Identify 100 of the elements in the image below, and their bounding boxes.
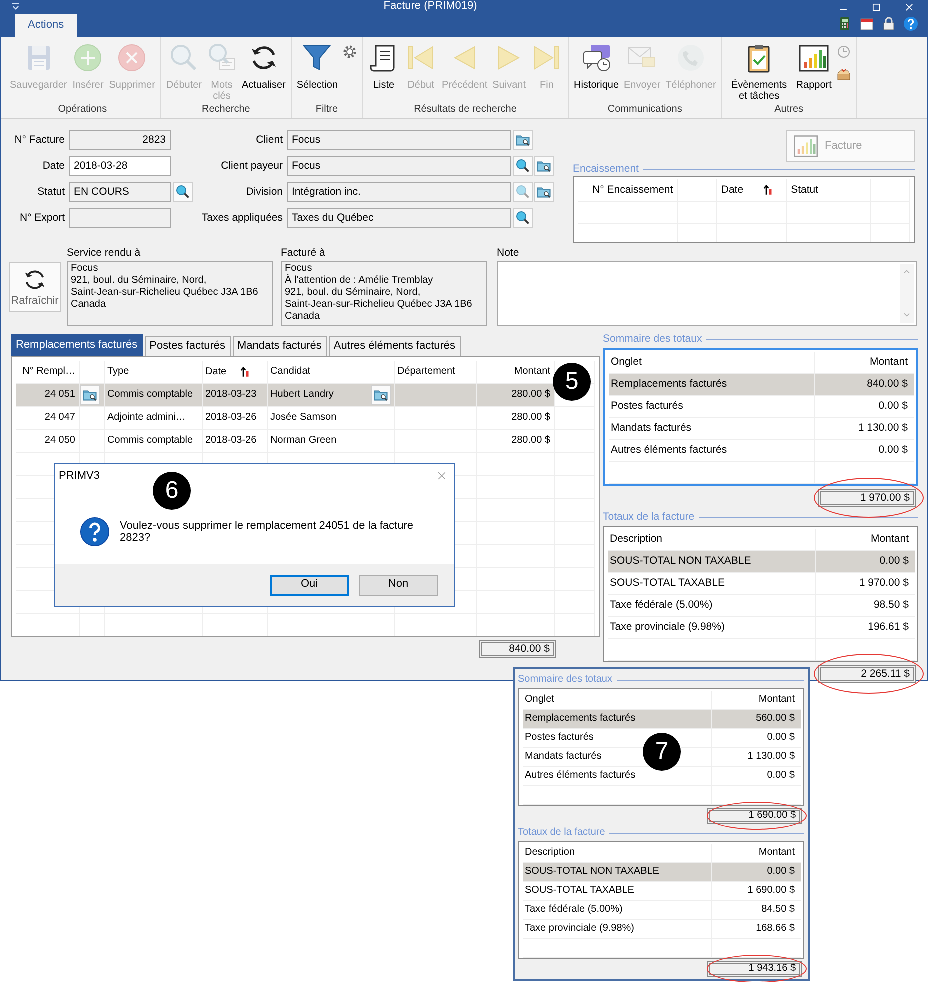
table-row[interactable]: SOUS-TOTAL NON TAXABLE 0.00 $ bbox=[608, 550, 915, 573]
table-row[interactable]: Taxe fédérale (5.00%) 98.50 $ bbox=[608, 594, 915, 617]
column-header[interactable]: Montant bbox=[711, 844, 801, 862]
tab[interactable]: Mandats facturés bbox=[232, 336, 327, 356]
lookup-button[interactable] bbox=[173, 182, 193, 202]
text-field[interactable]: Focus bbox=[287, 130, 511, 150]
close-icon[interactable] bbox=[904, 2, 915, 12]
column-header[interactable]: Description bbox=[523, 844, 711, 862]
column-header[interactable]: Date bbox=[206, 366, 227, 378]
table-cell: 98.50 $ bbox=[815, 594, 915, 616]
ribbon-button[interactable]: Sélection bbox=[296, 42, 340, 92]
group-label: Autres bbox=[774, 104, 805, 118]
column-header[interactable]: N° Encaissement bbox=[592, 184, 674, 196]
table-row[interactable]: Remplacements facturés 840.00 $ bbox=[609, 374, 914, 396]
lookup-button[interactable] bbox=[534, 182, 554, 202]
ribbon-button[interactable]: Historique bbox=[572, 42, 620, 92]
table-row[interactable]: SOUS-TOTAL TAXABLE 1 970.00 $ bbox=[608, 572, 915, 595]
help-icon[interactable] bbox=[903, 16, 919, 32]
column-header[interactable]: Onglet bbox=[523, 691, 711, 709]
column-header[interactable]: Date bbox=[721, 184, 744, 196]
column-header[interactable]: Montant bbox=[514, 366, 550, 378]
calendar-icon[interactable] bbox=[859, 16, 875, 32]
lookup-button[interactable] bbox=[534, 156, 554, 176]
tab[interactable]: Autres éléments facturés bbox=[328, 336, 461, 356]
column-header[interactable]: Statut bbox=[791, 184, 819, 196]
column-header[interactable]: Type bbox=[108, 366, 130, 378]
text-field[interactable] bbox=[69, 208, 171, 228]
table-cell: SOUS-TOTAL NON TAXABLE bbox=[525, 866, 660, 878]
ribbon-button[interactable]: Évènements et tâches bbox=[726, 42, 792, 102]
table-row[interactable]: Mandats facturés 1 130.00 $ bbox=[609, 418, 914, 440]
field-label: Taxes appliquées bbox=[200, 212, 283, 224]
table-cell: Adjointe admini… bbox=[104, 406, 202, 430]
section-title: Sommaire des totaux bbox=[518, 674, 612, 686]
table-cell: 0.00 $ bbox=[711, 863, 801, 881]
column-header[interactable]: Description bbox=[608, 528, 815, 550]
table-cell: Mandats facturés bbox=[525, 751, 602, 763]
table-cell: SOUS-TOTAL TAXABLE bbox=[610, 576, 725, 590]
table-cell: 1 690.00 $ bbox=[711, 882, 801, 900]
table-cell: SOUS-TOTAL TAXABLE bbox=[525, 885, 634, 897]
lock-icon[interactable] bbox=[881, 16, 897, 32]
table-row[interactable]: Taxe fédérale (5.00%) 84.50 $ bbox=[523, 901, 801, 920]
address-field[interactable]: Focus 921, boul. du Séminaire, Nord, Saint-Jean-sur-Richelieu Québec J3A 1B6 Canada bbox=[67, 260, 273, 326]
text-field[interactable]: Focus bbox=[287, 156, 511, 176]
note-field[interactable] bbox=[497, 260, 917, 326]
table-row[interactable]: Taxe provinciale (9.98%) 196.61 $ bbox=[608, 616, 915, 639]
table-row[interactable]: Taxe provinciale (9.98%) 168.66 $ bbox=[523, 920, 801, 939]
table-cell: Remplacements facturés bbox=[611, 378, 728, 391]
ribbon-button[interactable]: Rapport bbox=[795, 42, 833, 92]
column-header[interactable]: N° Rempl… bbox=[22, 366, 76, 378]
dialog-button[interactable]: Oui bbox=[270, 574, 349, 596]
table-cell: Postes facturés bbox=[611, 400, 684, 413]
table-row[interactable]: 24 050 Commis comptable 2018-03-26 Norman Green 280.00 $ bbox=[16, 430, 594, 453]
text-field[interactable]: Intégration inc. bbox=[287, 182, 511, 202]
lookup-button[interactable] bbox=[513, 208, 533, 228]
tab[interactable]: Remplacements facturés bbox=[11, 334, 143, 356]
table-row[interactable]: 24 047 Adjointe admini… 2018-03-26 Josée Samson 280.00 $ bbox=[16, 406, 594, 430]
ribbon-tab[interactable]: Actions bbox=[15, 14, 78, 38]
table-cell: 24 050 bbox=[16, 430, 79, 453]
table-cell: Mandats facturés bbox=[611, 422, 692, 435]
column-header[interactable]: Département bbox=[398, 366, 456, 378]
address-field[interactable]: Focus À l'attention de : Amélie Tremblay 921, boul. du Séminaire, Nord, Saint-Jean-sur-Richelieu Québec J3A 1B6 Canada bbox=[281, 260, 487, 326]
text-field[interactable]: Taxes du Québec bbox=[287, 208, 511, 228]
table-row[interactable]: SOUS-TOTAL NON TAXABLE 0.00 $ bbox=[523, 863, 801, 882]
table-row[interactable]: Postes facturés 0.00 $ bbox=[609, 396, 914, 418]
column-header[interactable]: Candidat bbox=[270, 366, 311, 378]
maximize-icon[interactable] bbox=[871, 2, 882, 12]
refresh-button[interactable]: Rafraîchir bbox=[9, 262, 61, 312]
table-row[interactable]: SOUS-TOTAL TAXABLE 1 690.00 $ bbox=[523, 882, 801, 901]
settings-icon[interactable] bbox=[342, 44, 358, 60]
text-field[interactable]: 2018-03-28 bbox=[69, 156, 171, 176]
table-cell: 24 051 bbox=[16, 384, 79, 407]
section-title: Totaux de la facture bbox=[518, 827, 606, 839]
column-header[interactable]: Montant bbox=[815, 528, 915, 550]
table-cell: Taxe provinciale (9.98%) bbox=[525, 923, 634, 935]
tray-icon[interactable] bbox=[836, 66, 852, 82]
lookup-button[interactable] bbox=[370, 385, 390, 406]
field-label: Date bbox=[42, 160, 65, 172]
lookup-button[interactable] bbox=[513, 156, 533, 176]
table-row[interactable]: Remplacements facturés 560.00 $ bbox=[523, 710, 801, 729]
ribbon-button[interactable]: Liste bbox=[367, 42, 402, 92]
field-label: N° Facture bbox=[14, 134, 65, 146]
table-row[interactable]: Autres éléments facturés 0.00 $ bbox=[609, 440, 914, 462]
ribbon-button[interactable]: Actualiser bbox=[240, 42, 287, 92]
text-field[interactable]: EN COURS bbox=[69, 182, 171, 202]
column-header[interactable]: Montant bbox=[814, 352, 914, 373]
tab[interactable]: Postes facturés bbox=[144, 336, 230, 356]
lookup-button[interactable] bbox=[80, 385, 100, 406]
dialog-button[interactable]: Non bbox=[359, 574, 438, 596]
table-cell: 0.00 $ bbox=[711, 767, 801, 785]
column-header[interactable]: Onglet bbox=[609, 352, 814, 373]
window-title: Facture (PRIM019) bbox=[382, 0, 478, 14]
column-header[interactable]: Montant bbox=[711, 691, 801, 709]
table-cell: 840.00 $ bbox=[814, 374, 914, 395]
table-cell: 2018-03-26 bbox=[202, 430, 267, 453]
text-field[interactable]: 2823 bbox=[69, 130, 171, 150]
table-cell: Hubert Landry bbox=[270, 389, 334, 402]
lookup-button[interactable] bbox=[513, 130, 533, 150]
field-label: Service rendu à bbox=[67, 247, 142, 260]
table-cell: Taxe fédérale (5.00%) bbox=[610, 598, 713, 612]
table-cell: Commis comptable bbox=[104, 384, 202, 407]
